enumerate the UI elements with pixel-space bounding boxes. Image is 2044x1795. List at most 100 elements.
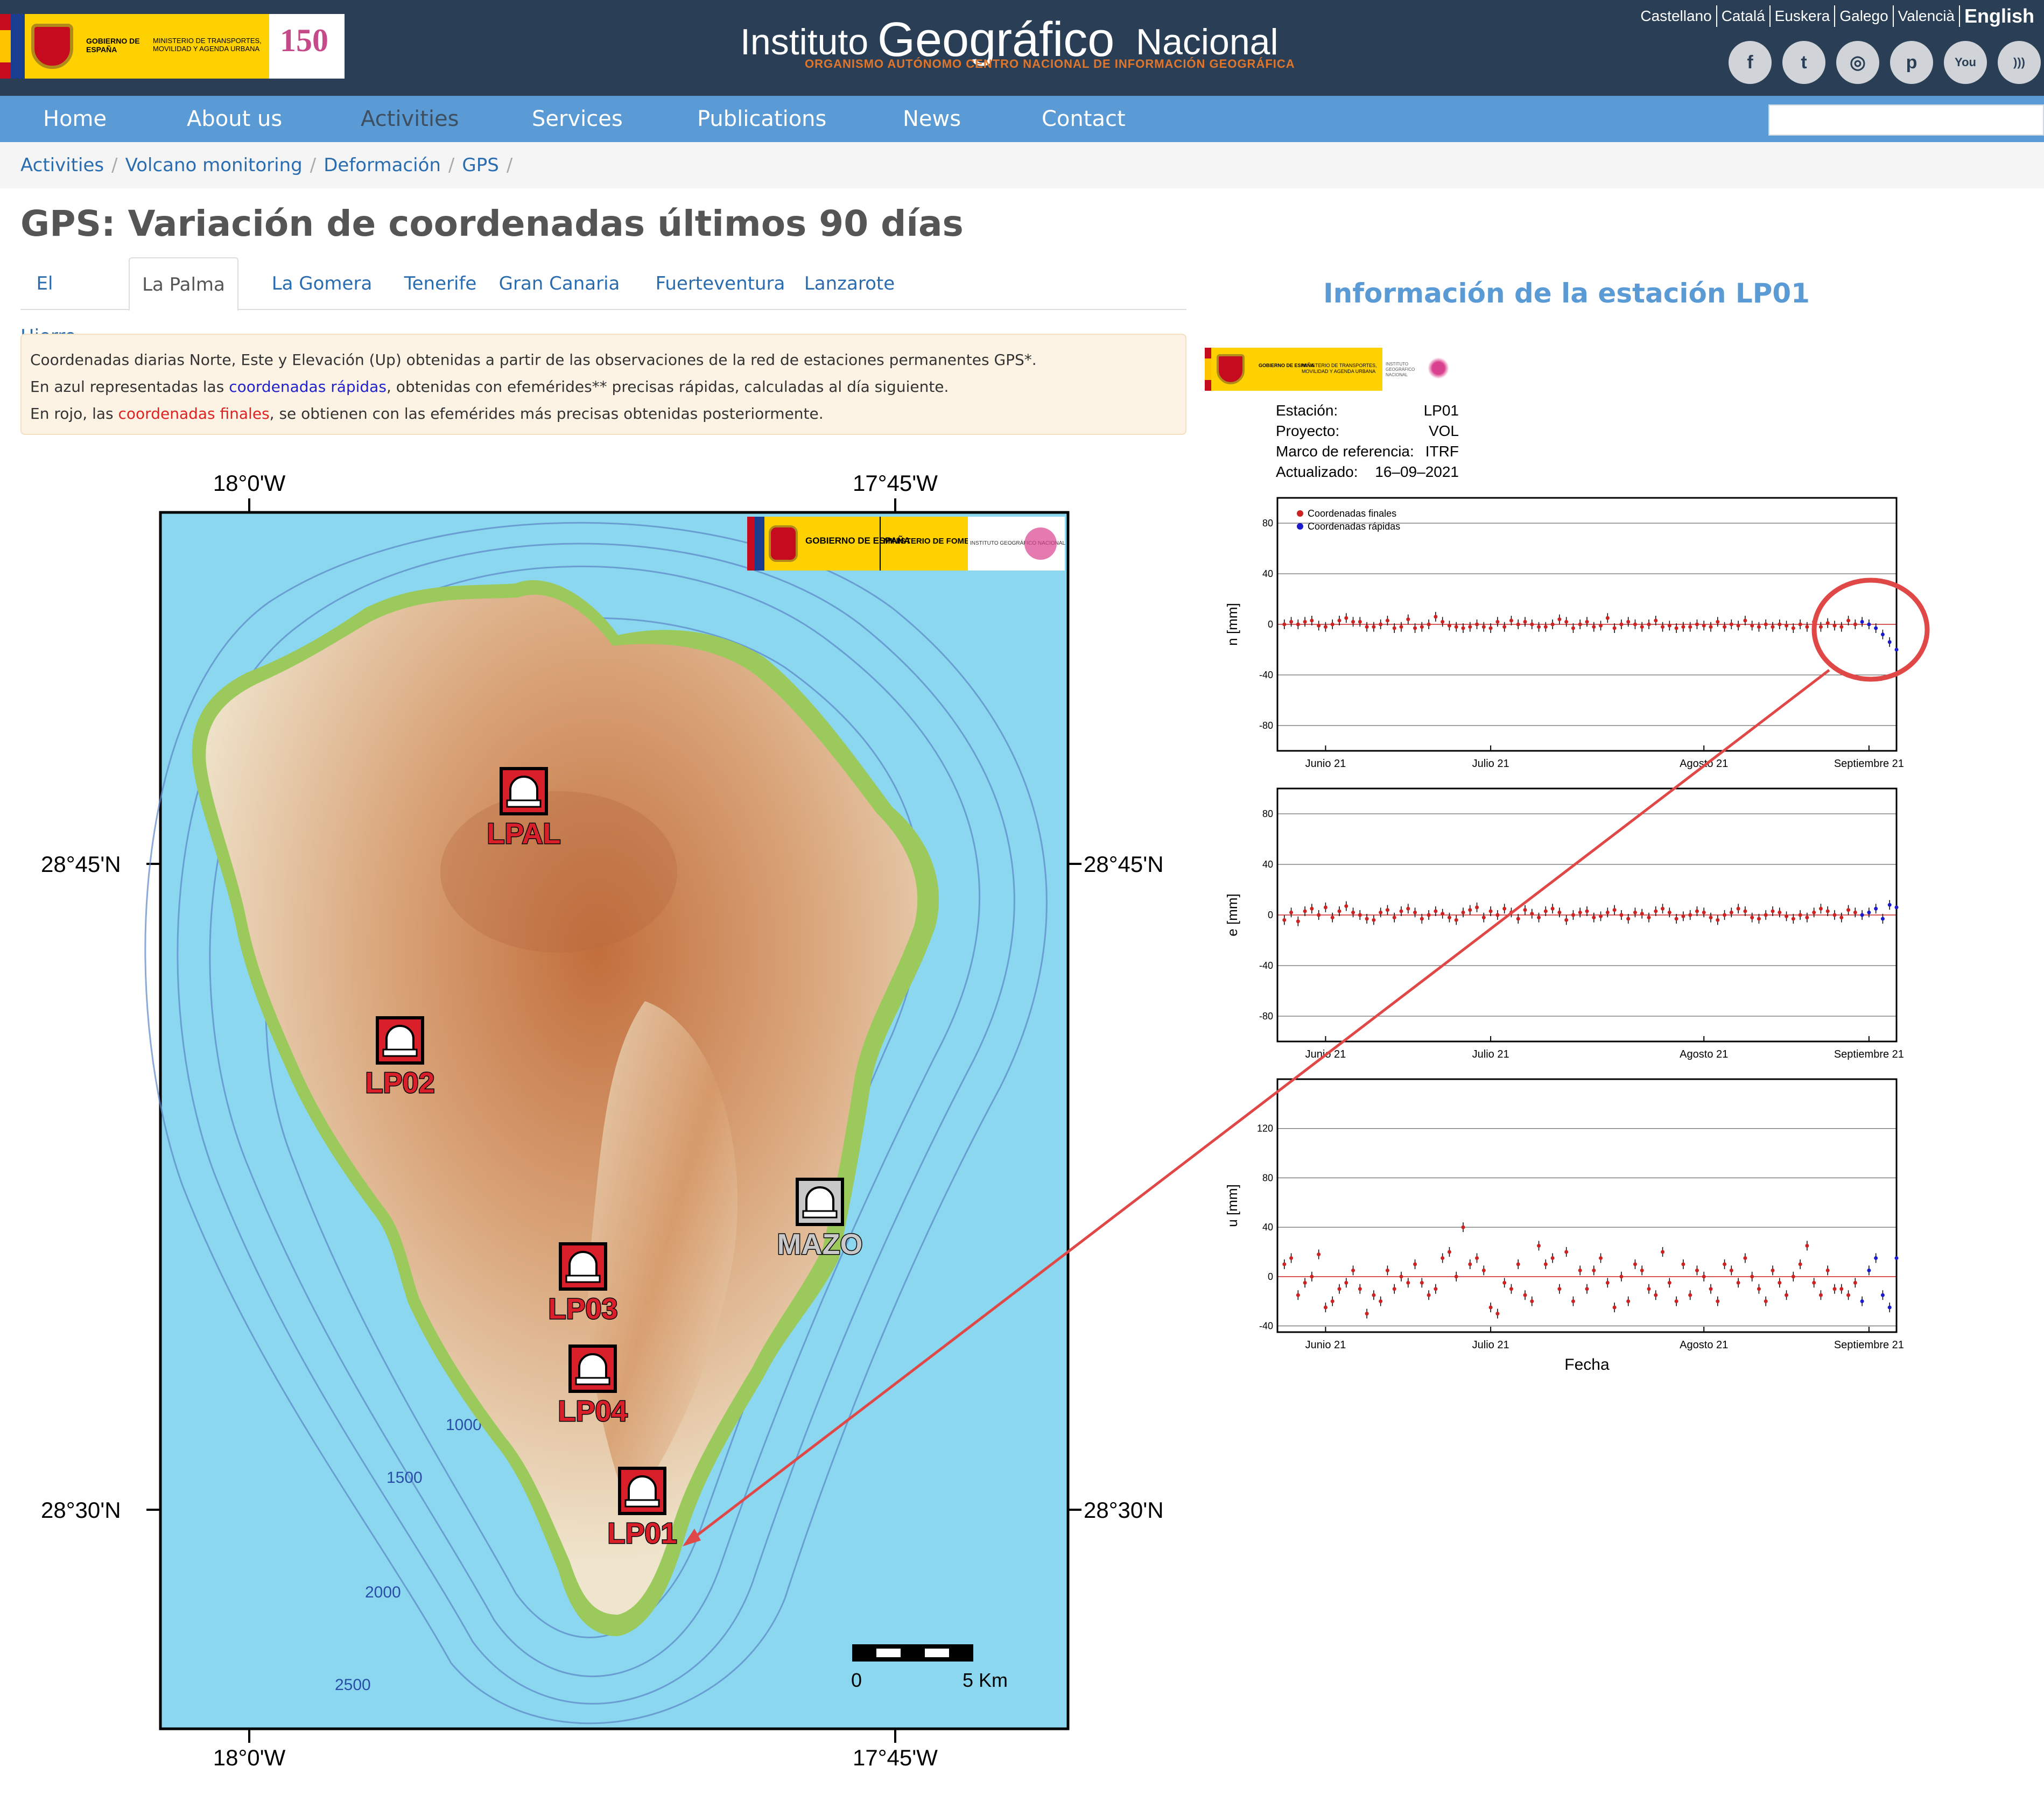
ign-logo: INSTITUTO GEOGRÁFICO NACIONAL xyxy=(1382,348,1456,391)
point-final xyxy=(1406,1280,1410,1285)
point-final xyxy=(1530,1299,1534,1304)
point-final xyxy=(1585,620,1589,624)
point-final xyxy=(1399,909,1403,913)
tab-el-hierro[interactable]: El Hierro xyxy=(20,257,76,347)
point-final xyxy=(1571,913,1575,917)
point-final xyxy=(1461,626,1465,630)
point-final xyxy=(1537,625,1541,629)
instagram-icon[interactable]: ◎ xyxy=(1836,41,1879,84)
point-final xyxy=(1695,1268,1699,1272)
youtube-icon[interactable]: You xyxy=(1944,41,1987,84)
tab-la-palma[interactable]: La Palma xyxy=(129,257,238,311)
point-final xyxy=(1667,1280,1671,1285)
lang-english[interactable]: English xyxy=(1960,5,2039,27)
point-final xyxy=(1564,918,1569,922)
point-final xyxy=(1626,1299,1631,1304)
lang-euskera[interactable]: Euskera xyxy=(1771,5,1836,27)
point-final xyxy=(1420,917,1424,921)
point-final xyxy=(1317,1252,1321,1257)
point-final xyxy=(1289,620,1294,624)
language-selector: Castellano Catalá Euskera Galego Valenci… xyxy=(1636,4,2039,28)
point-final xyxy=(1550,906,1555,911)
point-rapid xyxy=(1887,903,1892,907)
nav-activities[interactable]: Activities xyxy=(361,96,459,142)
point-final xyxy=(1447,1250,1451,1254)
site-title[interactable]: Instituto Geográfico Nacional ORGANISMO … xyxy=(740,12,1332,82)
point-final xyxy=(1791,917,1795,921)
point-final xyxy=(1846,908,1851,912)
tab-la-gomera[interactable]: La Gomera xyxy=(257,257,387,310)
point-final xyxy=(1757,1287,1761,1291)
la-palma-station-map[interactable]: 18°0'W 17°45'W 18°0'W 17°45'W 28°45'N 28… xyxy=(20,463,1186,1776)
point-final xyxy=(1330,622,1334,627)
point-final xyxy=(1392,626,1396,630)
coordenadas-finales-link[interactable]: coordenadas finales xyxy=(118,405,270,423)
updated-field-value: 16–09–2021 xyxy=(1375,463,1459,480)
station-heading: Información de la estación LP01 xyxy=(1323,278,1810,309)
point-final xyxy=(1289,910,1294,914)
point-final xyxy=(1825,621,1830,625)
lang-castellano[interactable]: Castellano xyxy=(1636,5,1717,27)
y-tick-label: -40 xyxy=(1259,960,1273,971)
point-final xyxy=(1647,622,1651,627)
y-axis-label: u [mm] xyxy=(1224,1184,1240,1227)
point-final xyxy=(1647,1287,1651,1291)
rss-icon[interactable]: ))) xyxy=(1998,41,2041,84)
point-final xyxy=(1303,909,1307,913)
point-final xyxy=(1805,625,1809,629)
point-final xyxy=(1413,910,1417,914)
nav-news[interactable]: News xyxy=(903,96,961,142)
tab-lanzarote[interactable]: Lanzarote xyxy=(769,257,930,310)
point-final xyxy=(1832,1287,1837,1291)
y-tick-label: -80 xyxy=(1259,720,1273,731)
page-title: GPS: Variación de coordenadas últimos 90… xyxy=(20,203,964,244)
point-final xyxy=(1413,1262,1417,1266)
point-final xyxy=(1461,1225,1465,1229)
main-nav: Home About us Activities Services Public… xyxy=(0,96,2044,142)
point-final xyxy=(1785,623,1789,628)
lang-valencia[interactable]: Valencià xyxy=(1894,5,1960,27)
point-final xyxy=(1330,916,1334,920)
breadcrumb-activities[interactable]: Activities xyxy=(20,142,104,188)
tab-tenerife[interactable]: Tenerife xyxy=(382,257,498,310)
nav-services[interactable]: Services xyxy=(532,96,623,142)
point-final xyxy=(1771,909,1775,913)
breadcrumb-volcano-monitoring[interactable]: Volcano monitoring xyxy=(125,142,303,188)
point-final xyxy=(1592,1268,1596,1272)
station-label-lpal: LPAL xyxy=(487,818,561,850)
point-final xyxy=(1778,622,1782,627)
tab-gran-canaria[interactable]: Gran Canaria xyxy=(483,257,635,310)
lang-catala[interactable]: Catalá xyxy=(1717,5,1771,27)
point-final xyxy=(1502,625,1507,629)
y-tick-label: 80 xyxy=(1262,1172,1273,1183)
y-axis-label: e [mm] xyxy=(1224,893,1240,936)
point-final xyxy=(1296,622,1300,627)
point-final xyxy=(1661,625,1665,629)
nav-contact[interactable]: Contact xyxy=(1042,96,1126,142)
nav-about-us[interactable]: About us xyxy=(187,96,282,142)
facebook-icon[interactable]: f xyxy=(1729,41,1772,84)
point-rapid xyxy=(1880,917,1885,921)
anniversary-stamp-number: 150 xyxy=(280,23,328,58)
point-final xyxy=(1736,1280,1740,1285)
government-logo[interactable]: GOBIERNO DE ESPAÑA MINISTERIO DE TRANSPO… xyxy=(0,14,345,79)
point-final xyxy=(1516,1262,1520,1266)
point-final xyxy=(1379,1299,1383,1304)
twitter-icon[interactable]: t xyxy=(1782,41,1825,84)
point-final xyxy=(1764,913,1768,917)
lang-galego[interactable]: Galego xyxy=(1835,5,1894,27)
pinterest-icon[interactable]: p xyxy=(1890,41,1933,84)
nav-home[interactable]: Home xyxy=(43,96,107,142)
breadcrumb-gps[interactable]: GPS xyxy=(462,142,498,188)
coordenadas-rapidas-link[interactable]: coordenadas rápidas xyxy=(229,378,387,396)
point-final xyxy=(1688,913,1692,917)
breadcrumb-deformacion[interactable]: Deformación xyxy=(324,142,441,188)
search-input[interactable] xyxy=(1768,104,2044,136)
nav-publications[interactable]: Publications xyxy=(697,96,826,142)
station-label-lp03: LP03 xyxy=(548,1293,617,1325)
point-final xyxy=(1392,916,1396,920)
point-final xyxy=(1654,618,1658,623)
gps-timeseries-charts[interactable]: 80 40 0 -40 -80 Junio 21 Julio 21 Agosto 21 Sept… xyxy=(1206,495,1959,1389)
point-final xyxy=(1798,1262,1802,1266)
point-final xyxy=(1599,914,1603,918)
